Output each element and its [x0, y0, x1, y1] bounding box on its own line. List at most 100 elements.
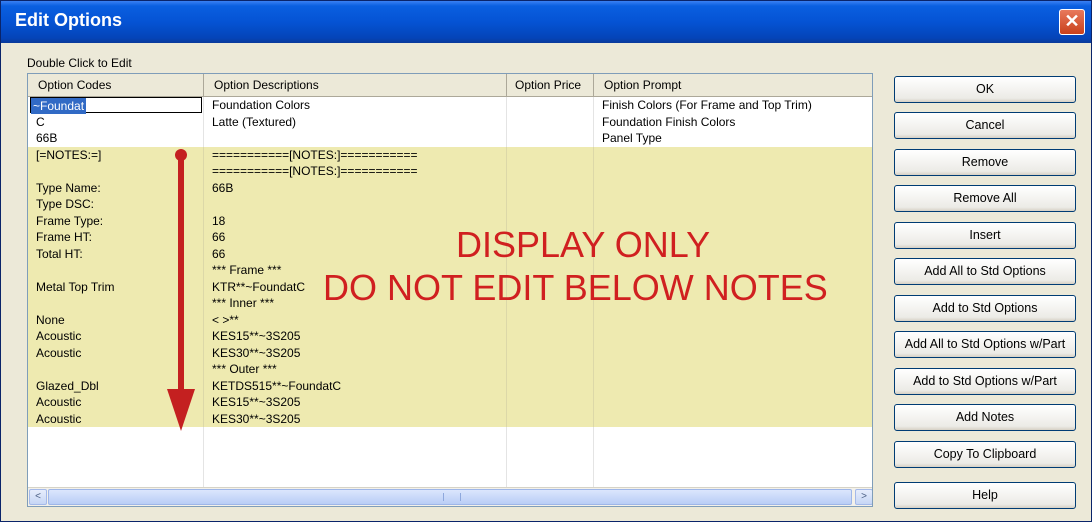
table-row[interactable]: Frame Type: 18: [28, 212, 872, 229]
column-header-option-price[interactable]: Option Price: [507, 74, 594, 96]
add-notes-button[interactable]: Add Notes: [894, 404, 1076, 431]
cell-code[interactable]: C: [28, 113, 204, 130]
cell-desc[interactable]: ===========[NOTES:]===========: [204, 146, 507, 163]
table-row[interactable]: Frame HT: 66: [28, 229, 872, 246]
table-row[interactable]: [28, 443, 872, 461]
cell-desc[interactable]: [204, 196, 507, 213]
table-row[interactable]: [28, 427, 872, 444]
table-row[interactable]: C Latte (Textured) Foundation Finish Color…: [28, 113, 872, 131]
cell-prompt[interactable]: Foundation Finish Colors: [594, 114, 872, 131]
cell-price[interactable]: [507, 377, 594, 394]
cell-desc[interactable]: [204, 443, 507, 460]
table-row[interactable]: ~Foundat Foundation Colors Finish Colors (…: [28, 97, 872, 114]
cell-edit-input[interactable]: ~Foundat: [30, 97, 202, 114]
cell-desc[interactable]: KES30**~3S205: [204, 344, 507, 361]
cell-price[interactable]: [507, 394, 594, 411]
add-to-std-options-button[interactable]: Add to Std Options: [894, 295, 1076, 322]
cell-desc[interactable]: Latte (Textured): [204, 113, 507, 130]
table-row[interactable]: Glazed_Dbl KETDS515**~FoundatC: [28, 377, 872, 395]
insert-button[interactable]: Insert: [894, 222, 1076, 249]
cell-prompt[interactable]: [594, 411, 872, 428]
table-row[interactable]: Acoustic KES30**~3S205: [28, 410, 872, 428]
cell-desc[interactable]: ===========[NOTES:]===========: [204, 163, 507, 180]
cell-prompt[interactable]: [594, 147, 872, 164]
cell-price[interactable]: [507, 410, 594, 427]
column-header-option-codes[interactable]: Option Codes: [28, 74, 204, 96]
cell-price[interactable]: [507, 361, 594, 378]
remove-button[interactable]: Remove: [894, 149, 1076, 176]
cell-prompt[interactable]: [594, 378, 872, 395]
cell-prompt[interactable]: [594, 361, 872, 378]
add-all-to-std-options-button[interactable]: Add All to Std Options: [894, 258, 1076, 285]
cell-desc[interactable]: KES15**~3S205: [204, 328, 507, 345]
cell-price[interactable]: [507, 328, 594, 345]
cell-price[interactable]: [507, 97, 594, 114]
double-click-hint: Double Click to Edit: [27, 56, 132, 70]
cell-price[interactable]: [507, 179, 594, 196]
table-row[interactable]: Acoustic KES30**~3S205: [28, 344, 872, 362]
table-row[interactable]: Acoustic KES15**~3S205: [28, 328, 872, 345]
remove-all-button[interactable]: Remove All: [894, 185, 1076, 212]
cell-code[interactable]: ~Foundat: [28, 97, 204, 114]
cancel-button[interactable]: Cancel: [894, 112, 1076, 139]
cell-price[interactable]: [507, 146, 594, 163]
cell-price[interactable]: [507, 113, 594, 130]
cell-desc[interactable]: [204, 427, 507, 444]
close-icon[interactable]: ✕: [1059, 9, 1085, 35]
cell-prompt[interactable]: [594, 394, 872, 411]
table-row[interactable]: [28, 460, 872, 477]
cell-price[interactable]: [507, 311, 594, 328]
title-bar[interactable]: Edit Options ✕: [1, 1, 1091, 43]
cell-desc[interactable]: < >**: [204, 311, 507, 328]
scroll-left-icon[interactable]: <: [29, 489, 47, 505]
cell-prompt[interactable]: [594, 460, 872, 477]
cell-price[interactable]: [507, 443, 594, 460]
table-row[interactable]: Type Name: 66B: [28, 179, 872, 197]
cell-prompt[interactable]: Finish Colors (For Frame and Top Trim): [594, 97, 872, 114]
cell-prompt[interactable]: [594, 312, 872, 329]
cell-price[interactable]: [507, 460, 594, 477]
cell-code[interactable]: 66B: [28, 130, 204, 147]
table-row[interactable]: Total HT: 66: [28, 245, 872, 262]
cell-desc[interactable]: KETDS515**~FoundatC: [204, 377, 507, 394]
cell-prompt[interactable]: [594, 196, 872, 213]
cell-prompt[interactable]: [594, 345, 872, 362]
column-header-option-descriptions[interactable]: Option Descriptions: [204, 74, 507, 96]
scroll-thumb[interactable]: [48, 489, 852, 505]
cell-desc[interactable]: KES15**~3S205: [204, 394, 507, 411]
cell-prompt[interactable]: [594, 163, 872, 180]
cell-price[interactable]: [507, 163, 594, 180]
cell-desc[interactable]: *** Outer ***: [204, 361, 507, 378]
column-header-option-prompt[interactable]: Option Prompt: [594, 74, 872, 96]
table-row[interactable]: None < >**: [28, 311, 872, 329]
cell-code[interactable]: [28, 443, 204, 460]
cell-desc[interactable]: [204, 460, 507, 477]
scroll-right-icon[interactable]: >: [855, 489, 872, 505]
cell-prompt[interactable]: [594, 427, 872, 444]
cell-prompt[interactable]: [594, 328, 872, 345]
cell-desc[interactable]: KES30**~3S205: [204, 410, 507, 427]
table-row[interactable]: [=NOTES:=] ===========[NOTES:]===========: [28, 146, 872, 164]
cell-prompt[interactable]: [594, 180, 872, 197]
add-all-to-std-options-w-part-button[interactable]: Add All to Std Options w/Part: [894, 331, 1076, 358]
cell-price[interactable]: [507, 196, 594, 213]
table-row[interactable]: Type DSC:: [28, 196, 872, 213]
help-button[interactable]: Help: [894, 482, 1076, 509]
cell-desc[interactable]: Foundation Colors: [204, 97, 507, 114]
add-to-std-options-w-part-button[interactable]: Add to Std Options w/Part: [894, 368, 1076, 395]
cell-prompt[interactable]: Panel Type: [594, 130, 872, 147]
horizontal-scrollbar[interactable]: < >: [28, 487, 872, 506]
ok-button[interactable]: OK: [894, 76, 1076, 103]
table-row[interactable]: 66B Panel Type: [28, 130, 872, 147]
cell-desc[interactable]: 66B: [204, 179, 507, 196]
cell-price[interactable]: [507, 427, 594, 444]
table-row[interactable]: ===========[NOTES:]===========: [28, 163, 872, 180]
table-row[interactable]: *** Outer ***: [28, 361, 872, 378]
copy-to-clipboard-button[interactable]: Copy To Clipboard: [894, 441, 1076, 468]
cell-price[interactable]: [507, 130, 594, 147]
cell-code[interactable]: [28, 460, 204, 477]
cell-price[interactable]: [507, 344, 594, 361]
cell-desc[interactable]: [204, 130, 507, 147]
table-row[interactable]: Acoustic KES15**~3S205: [28, 394, 872, 411]
cell-prompt[interactable]: [594, 444, 872, 461]
